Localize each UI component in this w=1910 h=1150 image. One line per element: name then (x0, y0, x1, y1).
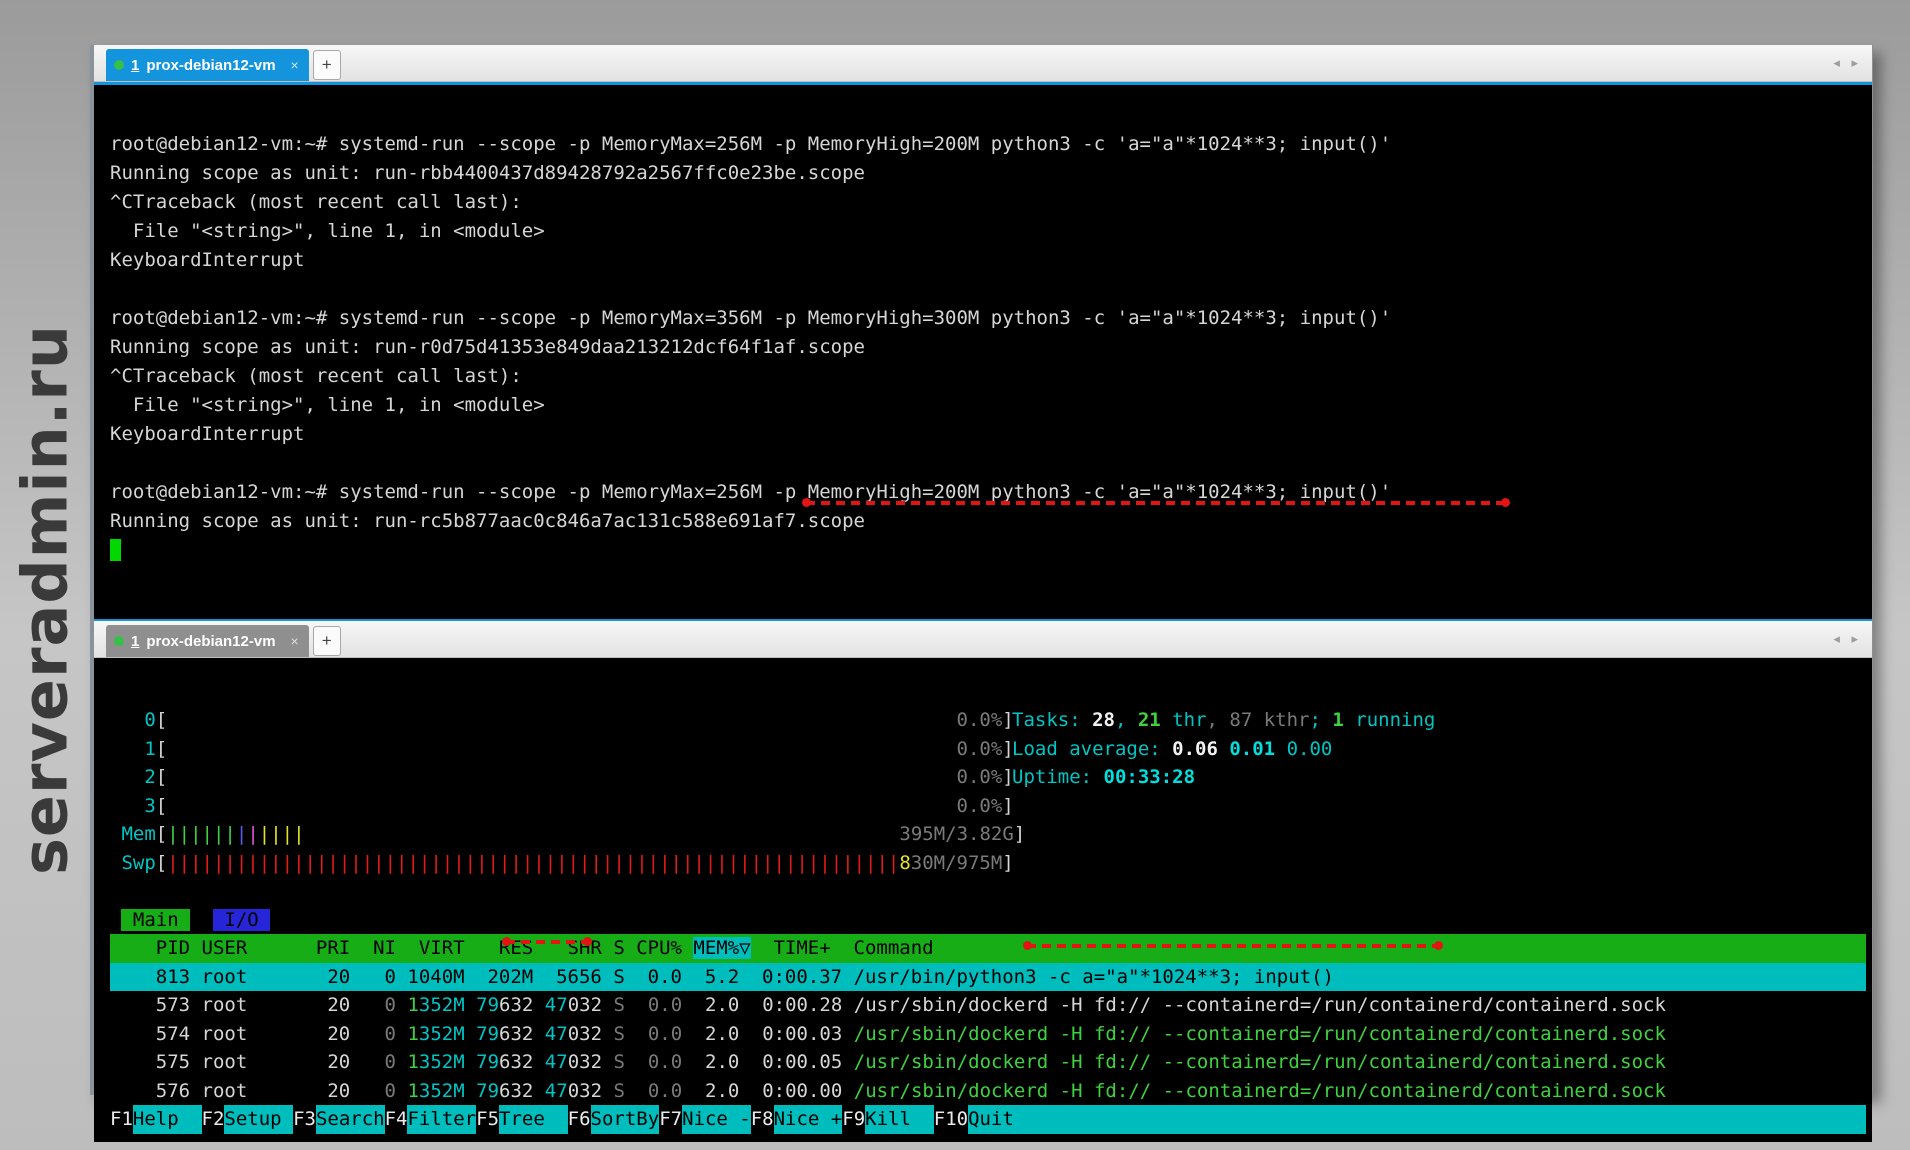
annotation-endpoint-icon (1023, 941, 1032, 950)
htop-line: Main I/O (110, 906, 1866, 935)
htop-line: 1[ 0.0%]Load average: 0.06 0.01 0.00 (110, 735, 1866, 764)
tab-number: 1 (131, 633, 139, 650)
terminal-line: KeyboardInterrupt (110, 246, 1866, 275)
session-status-icon (114, 60, 124, 70)
tab-title: prox-debian12-vm (146, 57, 275, 74)
close-tab-icon[interactable]: × (291, 633, 299, 649)
htop-summary-right-column: Uptime: 00:33:28 (1012, 763, 1195, 792)
annotation-underline-res-202m (506, 940, 588, 944)
htop-line: 575 root 20 0 1352M 79632 47032 S 0.0 2.… (110, 1048, 1866, 1077)
tab-scroll-arrows-icon[interactable]: ◂ ▸ (1833, 631, 1862, 647)
annotation-endpoint-icon (802, 498, 811, 507)
annotation-underline-python-cmd (1027, 944, 1439, 948)
tab-bar-top: 1 prox-debian12-vm × + ◂ ▸ (94, 45, 1872, 82)
watermark-text: serveradmin.ru (9, 300, 82, 900)
htop-line: 576 root 20 0 1352M 79632 47032 S 0.0 2.… (110, 1077, 1866, 1106)
htop-line: F1Help F2Setup F3SearchF4FilterF5Tree F6… (110, 1105, 1866, 1134)
terminal-line: Running scope as unit: run-rbb4400437d89… (110, 159, 1866, 188)
terminal-window: 1 prox-debian12-vm × + ◂ ▸ root@debian12… (90, 45, 1873, 1095)
tab-number: 1 (131, 57, 139, 74)
htop-line: PID USER PRI NI VIRT RES SHR S CPU% MEM%… (110, 934, 1866, 963)
tab-session-bottom[interactable]: 1 prox-debian12-vm × (106, 625, 309, 657)
terminal-line: ^CTraceback (most recent call last): (110, 362, 1866, 391)
htop-line (110, 877, 1866, 906)
annotation-underline-memoryhigh (806, 501, 1506, 505)
htop-line: 813 root 20 0 1040M 202M 5656 S 0.0 5.2 … (110, 963, 1866, 992)
htop-summary-right-column: Tasks: 28, 21 thr, 87 kthr; 1 running (1012, 706, 1435, 735)
annotation-endpoint-icon (1434, 941, 1443, 950)
terminal-line: Running scope as unit: run-rc5b877aac0c8… (110, 507, 1866, 536)
terminal-line: root@debian12-vm:~# systemd-run --scope … (110, 304, 1866, 333)
htop-summary-right-column: Load average: 0.06 0.01 0.00 (1012, 735, 1332, 764)
tab-session-top[interactable]: 1 prox-debian12-vm × (106, 49, 309, 81)
terminal-line (110, 449, 1866, 478)
htop-line: 573 root 20 0 1352M 79632 47032 S 0.0 2.… (110, 991, 1866, 1020)
tab-scroll-arrows-icon[interactable]: ◂ ▸ (1833, 55, 1862, 71)
annotation-endpoint-icon (502, 937, 511, 946)
annotation-endpoint-icon (1501, 498, 1510, 507)
annotation-endpoint-icon (583, 937, 592, 946)
new-tab-button[interactable]: + (313, 50, 341, 80)
terminal-line: File "<string>", line 1, in <module> (110, 391, 1866, 420)
terminal-line: KeyboardInterrupt (110, 420, 1866, 449)
terminal-line: ^CTraceback (most recent call last): (110, 188, 1866, 217)
htop-line: 574 root 20 0 1352M 79632 47032 S 0.0 2.… (110, 1020, 1866, 1049)
close-tab-icon[interactable]: × (291, 57, 299, 73)
terminal-line (110, 275, 1866, 304)
htop-line: Swp[||||||||||||||||||||||||||||||||||||… (110, 849, 1866, 878)
htop-line: Mem[|||||||||||| 395M/3.82G] (110, 820, 1866, 849)
tab-bar-bottom: 1 prox-debian12-vm × + ◂ ▸ (94, 621, 1872, 658)
terminal-pane-shell[interactable]: root@debian12-vm:~# systemd-run --scope … (94, 85, 1872, 619)
htop-line: 2[ 0.0%]Uptime: 00:33:28 (110, 763, 1866, 792)
terminal-line: File "<string>", line 1, in <module> (110, 217, 1866, 246)
terminal-pane-htop[interactable]: 0[ 0.0%]Tasks: 28, 21 thr, 87 kthr; 1 ru… (94, 658, 1872, 1142)
terminal-line (110, 536, 1866, 565)
terminal-line: Running scope as unit: run-r0d75d41353e8… (110, 333, 1866, 362)
terminal-line: root@debian12-vm:~# systemd-run --scope … (110, 130, 1866, 159)
htop-line: 3[ 0.0%] (110, 792, 1866, 821)
htop-line: 0[ 0.0%]Tasks: 28, 21 thr, 87 kthr; 1 ru… (110, 706, 1866, 735)
fbar-filler (1037, 1105, 1866, 1134)
tab-title: prox-debian12-vm (146, 633, 275, 650)
session-status-icon (114, 636, 124, 646)
new-tab-button[interactable]: + (313, 626, 341, 656)
